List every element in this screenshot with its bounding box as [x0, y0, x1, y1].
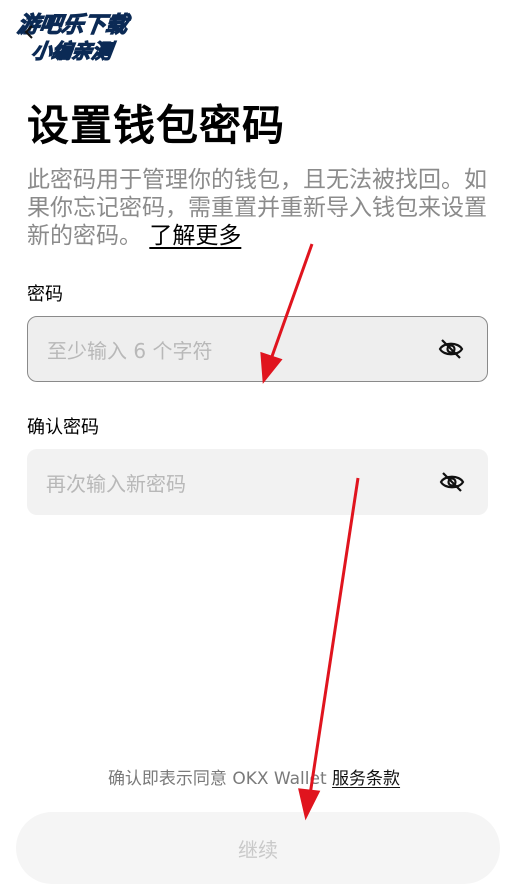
confirm-password-field[interactable]: 再次输入新密码 — [27, 449, 488, 515]
eye-off-icon — [439, 472, 465, 492]
terms-notice: 确认即表示同意 OKX Wallet 服务条款 — [0, 764, 508, 789]
page-title: 设置钱包密码 — [27, 101, 286, 150]
confirm-password-input[interactable]: 再次输入新密码 — [46, 468, 438, 497]
svg-text:小编亲测: 小编亲测 — [30, 39, 117, 63]
terms-text: 确认即表示同意 OKX Wallet — [107, 769, 333, 789]
confirm-password-label: 确认密码 — [27, 417, 99, 438]
password-input[interactable]: 至少输入 6 个字符 — [47, 335, 437, 364]
password-label: 密码 — [27, 284, 63, 305]
learn-more-link[interactable]: 了解更多 — [149, 223, 241, 249]
eye-off-icon — [438, 339, 464, 359]
toggle-visibility-button[interactable] — [438, 468, 466, 496]
description: 此密码用于管理你的钱包，且无法被找回。如果你忘记密码，需重置并重新导入钱包来设置… — [27, 166, 487, 250]
description-text: 此密码用于管理你的钱包，且无法被找回。如果你忘记密码，需重置并重新导入钱包来设置… — [27, 167, 487, 249]
terms-of-service-link[interactable]: 服务条款 — [332, 769, 400, 789]
toggle-visibility-button[interactable] — [437, 335, 465, 363]
back-icon[interactable] — [22, 24, 36, 40]
password-field[interactable]: 至少输入 6 个字符 — [27, 316, 488, 382]
continue-button[interactable]: 继续 — [16, 812, 500, 884]
